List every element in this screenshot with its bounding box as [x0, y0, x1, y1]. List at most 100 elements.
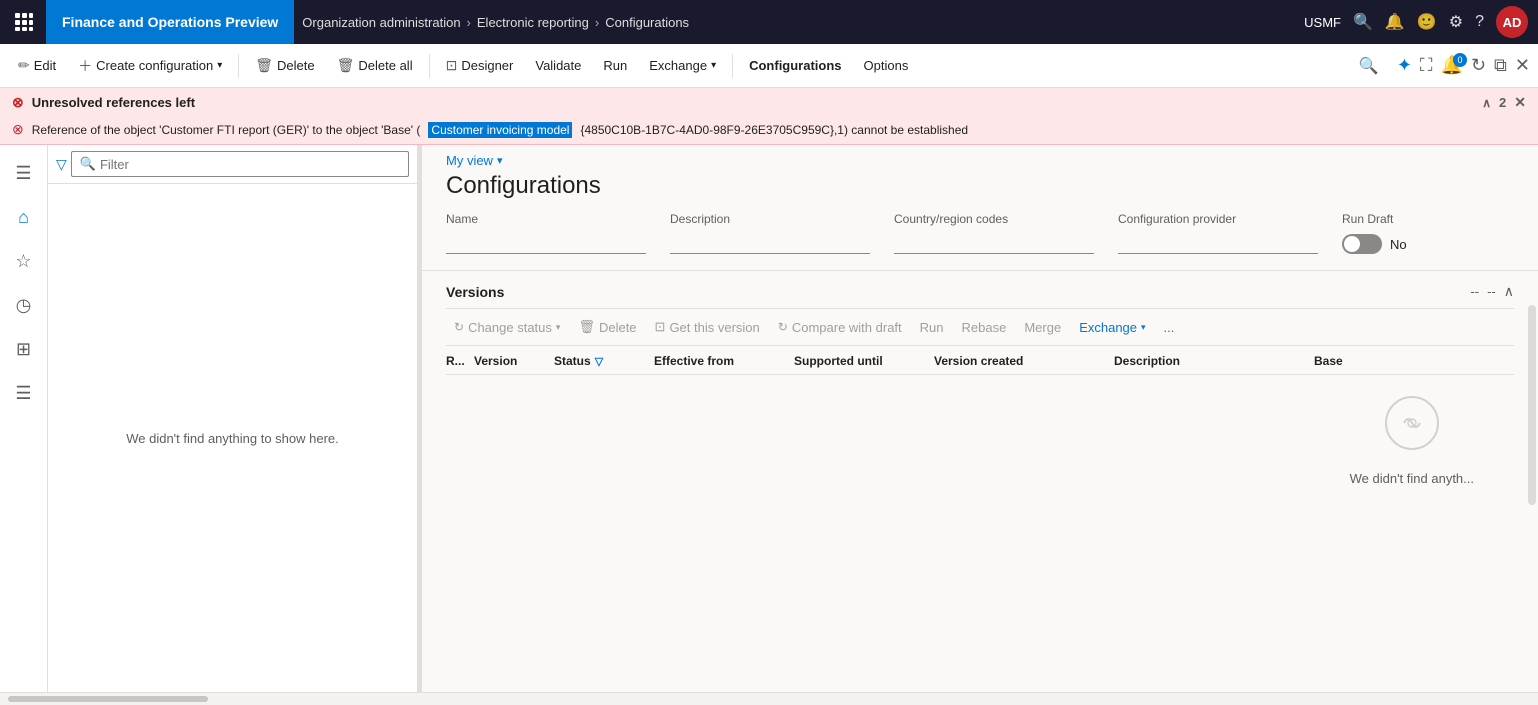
sidebar-workspaces-icon[interactable]: ⊞: [4, 329, 44, 369]
breadcrumb-electronic[interactable]: Electronic reporting: [477, 15, 589, 30]
my-view-row: My view ▾: [422, 145, 1538, 170]
breadcrumb-org[interactable]: Organization administration: [302, 15, 460, 30]
close-panel-icon[interactable]: ✕: [1515, 55, 1530, 76]
notifications-badge[interactable]: 🔔 0: [1441, 55, 1463, 76]
smiley-icon[interactable]: 🙂: [1417, 12, 1437, 32]
main-layout: ☰ ⌂ ☆ ◷ ⊞ ☰ ▽ 🔍 We didn't find anything …: [0, 145, 1538, 692]
compare-with-draft-button[interactable]: ↻ Compare with draft: [770, 316, 910, 339]
error-detail-text2: {4850C10B-1B7C-4AD0-98F9-26E3705C959C},1…: [580, 123, 968, 137]
versions-delete-button[interactable]: 🗑 Delete: [570, 315, 644, 339]
right-scrollbar[interactable]: [1528, 305, 1536, 505]
error-detail-icon: ⊗: [12, 121, 24, 138]
delete-icon: 🗑: [255, 57, 273, 74]
user-avatar[interactable]: AD: [1496, 6, 1528, 38]
plus-icon: ＋: [78, 56, 92, 76]
breadcrumb-configurations[interactable]: Configurations: [605, 15, 689, 30]
left-panel-empty: We didn't find anything to show here.: [48, 184, 417, 692]
validate-button[interactable]: Validate: [525, 52, 591, 79]
provider-input[interactable]: [1118, 230, 1318, 254]
create-configuration-button[interactable]: ＋ Create configuration ▾: [68, 50, 232, 82]
filter-input[interactable]: [100, 157, 400, 172]
filter-icon[interactable]: ▽: [56, 156, 67, 173]
sidebar-modules-icon[interactable]: ☰: [4, 373, 44, 413]
edit-icon: ✏: [18, 57, 30, 74]
col-header-effective: Effective from: [654, 354, 794, 368]
app-title: Finance and Operations Preview: [46, 0, 294, 44]
command-search-icon[interactable]: 🔍: [1359, 58, 1379, 75]
help-icon[interactable]: ?: [1475, 13, 1484, 31]
rebase-button[interactable]: Rebase: [954, 316, 1015, 339]
sidebar-nav-toggle[interactable]: ☰: [4, 153, 44, 193]
my-view-label[interactable]: My view: [446, 153, 493, 168]
refresh-icon[interactable]: ↻: [1471, 55, 1486, 76]
open-new-icon[interactable]: ⧉: [1494, 55, 1507, 76]
left-sidebar: ☰ ⌂ ☆ ◷ ⊞ ☰: [0, 145, 48, 692]
right-panel: My view ▾ Configurations Name Descriptio…: [422, 145, 1538, 692]
filter-search-icon: 🔍: [80, 156, 96, 172]
versions-exchange-button[interactable]: Exchange ▾: [1071, 316, 1153, 339]
sidebar-recent-icon[interactable]: ◷: [4, 285, 44, 325]
name-input[interactable]: [446, 230, 646, 254]
options-button[interactable]: Options: [854, 52, 919, 79]
versions-section: Versions -- -- ∧ ↻ Change status ▾ 🗑 Del…: [422, 271, 1538, 692]
notification-icon[interactable]: 🔔: [1385, 12, 1405, 32]
filter-input-wrap: 🔍: [71, 151, 409, 177]
error-dismiss-icon[interactable]: ✕: [1514, 94, 1526, 111]
run-button[interactable]: Run: [593, 52, 637, 79]
bottom-scrollbar[interactable]: [8, 696, 208, 702]
merge-button[interactable]: Merge: [1016, 316, 1069, 339]
empty-state-icon: [1384, 395, 1440, 463]
create-config-chevron-icon: ▾: [217, 60, 222, 71]
sidebar-favorites-icon[interactable]: ☆: [4, 241, 44, 281]
col-header-version: Version: [474, 354, 554, 368]
col-header-status: Status ▽: [554, 354, 654, 368]
description-input[interactable]: [670, 230, 870, 254]
command-search[interactable]: 🔍: [1359, 56, 1379, 76]
description-field: Description: [670, 212, 870, 254]
edit-button[interactable]: ✏ Edit: [8, 51, 66, 80]
toggle-knob: [1344, 236, 1360, 252]
sidebar-home-icon[interactable]: ⌂: [4, 197, 44, 237]
designer-button[interactable]: ⊡ Designer: [436, 51, 524, 80]
provider-field: Configuration provider: [1118, 212, 1318, 254]
change-status-button[interactable]: ↻ Change status ▾: [446, 316, 568, 339]
separator-1: [238, 54, 239, 78]
favorites-icon[interactable]: ✦: [1397, 55, 1412, 76]
name-field: Name: [446, 212, 646, 254]
breadcrumb-sep-2: ›: [595, 15, 599, 30]
exchange-button[interactable]: Exchange ▾: [639, 52, 726, 79]
country-input[interactable]: [894, 230, 1094, 254]
versions-run-button[interactable]: Run: [912, 316, 952, 339]
run-draft-toggle[interactable]: [1342, 234, 1382, 254]
page-title: Configurations: [422, 170, 1538, 212]
change-status-icon: ↻: [454, 320, 464, 334]
change-status-chevron: ▾: [556, 322, 561, 333]
notification-count: 0: [1453, 53, 1467, 67]
get-this-version-button[interactable]: ⊡ Get this version: [647, 315, 768, 339]
versions-toolbar: ↻ Change status ▾ 🗑 Delete ⊡ Get this ve…: [446, 309, 1514, 346]
fullscreen-icon[interactable]: ⛶: [1420, 55, 1433, 76]
search-icon[interactable]: 🔍: [1353, 12, 1373, 32]
run-draft-toggle-row: No: [1342, 234, 1502, 254]
user-label: USMF: [1304, 15, 1341, 30]
versions-collapse-icon[interactable]: ∧: [1504, 283, 1514, 300]
versions-empty-state: We didn't find anyth...: [446, 375, 1514, 692]
col-header-base: Base: [1314, 354, 1514, 368]
delete-button[interactable]: 🗑 Delete: [245, 51, 324, 80]
settings-icon[interactable]: ⚙: [1449, 12, 1463, 32]
status-filter-icon[interactable]: ▽: [595, 355, 603, 368]
designer-icon: ⊡: [446, 57, 458, 74]
error-close-area: ∧ 2 ✕: [1482, 94, 1526, 111]
delete-all-button[interactable]: 🗑 Delete all: [327, 51, 423, 80]
my-view-chevron-icon[interactable]: ▾: [497, 154, 503, 167]
breadcrumb: Organization administration › Electronic…: [302, 15, 1296, 30]
command-bar: ✏ Edit ＋ Create configuration ▾ 🗑 Delete…: [0, 44, 1538, 88]
error-collapse-icon[interactable]: ∧: [1482, 96, 1491, 110]
configurations-button[interactable]: Configurations: [739, 52, 851, 79]
versions-more-button[interactable]: ...: [1156, 316, 1183, 339]
country-label: Country/region codes: [894, 212, 1094, 226]
name-label: Name: [446, 212, 646, 226]
error-banner-text: Unresolved references left: [32, 95, 195, 110]
run-draft-field: Run Draft No: [1342, 212, 1502, 254]
app-menu-button[interactable]: [10, 8, 38, 36]
